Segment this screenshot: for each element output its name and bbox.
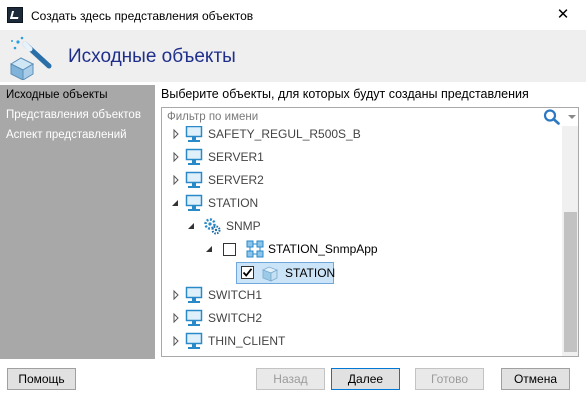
object-tree: SAFETY_REGUL_R500S_B SERVER1 SERVER2 STA… (161, 126, 579, 357)
tree-node[interactable]: STATION_SnmpApp (162, 238, 562, 260)
tree-node-label: STATION (285, 266, 336, 280)
tree-node[interactable]: THIN_CLIENT (162, 330, 562, 352)
window-title: Создать здесь представления объектов (31, 9, 254, 23)
search-icon[interactable] (543, 109, 561, 125)
computer-icon (185, 194, 203, 211)
computer-icon (185, 286, 203, 303)
magic-wand-cube-icon (9, 36, 52, 80)
node-checkbox-checked[interactable] (241, 266, 254, 279)
tree-node-selected[interactable]: STATION (162, 262, 562, 284)
help-button[interactable]: Помощь (7, 368, 76, 390)
computer-icon (185, 171, 203, 188)
finish-button[interactable]: Готово (415, 368, 484, 390)
step-views-aspect[interactable]: Аспект представлений (6, 129, 127, 141)
collapse-arrow-icon[interactable] (204, 238, 214, 260)
cancel-button[interactable]: Отмена (501, 368, 570, 390)
tree-node-label: THIN_CLIENT (208, 334, 286, 348)
expand-arrow-icon[interactable] (171, 307, 181, 329)
expand-arrow-icon[interactable] (171, 284, 181, 306)
tree-node-label: SERVER2 (208, 173, 264, 187)
expand-arrow-icon[interactable] (171, 169, 181, 191)
back-button[interactable]: Назад (256, 368, 325, 390)
node-checkbox[interactable] (223, 243, 236, 256)
tree-node-label: STATION (208, 196, 259, 210)
expand-arrow-icon[interactable] (171, 126, 181, 145)
tree-node[interactable]: SERVER1 (162, 146, 562, 168)
tree-node[interactable]: SNMP (162, 215, 562, 237)
tree-node-label: SWITCH2 (208, 311, 262, 325)
tree-node-label: SERVER1 (208, 150, 264, 164)
collapse-arrow-icon[interactable] (186, 215, 196, 237)
expand-arrow-icon[interactable] (171, 330, 181, 352)
collapse-arrow-icon[interactable] (170, 192, 180, 214)
tree-node[interactable]: STATION (162, 192, 562, 214)
tree-node-label: SAFETY_REGUL_R500S_B (208, 127, 361, 141)
tree-node[interactable]: SWITCH2 (162, 307, 562, 329)
computer-icon (185, 126, 203, 142)
step-object-views[interactable]: Представления объектов (6, 109, 141, 121)
title-bar: Создать здесь представления объектов ✕ (0, 0, 586, 30)
tree-node[interactable]: SERVER2 (162, 169, 562, 191)
tree-node[interactable]: SWITCH1 (162, 284, 562, 306)
tree-node-label: STATION_SnmpApp (268, 242, 378, 256)
computer-icon (185, 309, 203, 326)
app-icon (7, 7, 23, 23)
expand-arrow-icon[interactable] (171, 146, 181, 168)
computer-icon (185, 332, 203, 349)
instruction-text: Выберите объекты, для которых будут созд… (161, 87, 529, 101)
step-source-objects[interactable]: Исходные объекты (6, 89, 108, 101)
check-icon (242, 268, 253, 277)
page-title: Исходные объекты (68, 46, 236, 67)
tree-node[interactable]: SAFETY_REGUL_R500S_B (162, 126, 562, 145)
network-app-icon (246, 240, 264, 258)
scrollbar-thumb[interactable] (564, 212, 577, 352)
chevron-down-icon[interactable] (567, 112, 577, 122)
computer-icon (185, 148, 203, 165)
next-button[interactable]: Далее (331, 368, 400, 390)
gears-icon (204, 218, 221, 235)
filter-box (161, 107, 579, 127)
cube-icon (262, 266, 278, 282)
tree-scrollbar[interactable] (562, 126, 578, 356)
wizard-header: Исходные объекты (0, 30, 586, 82)
filter-input[interactable] (162, 108, 532, 126)
tree-node-label: SNMP (226, 219, 261, 233)
close-button[interactable]: ✕ (540, 0, 586, 30)
tree-node-label: SWITCH1 (208, 288, 262, 302)
wizard-steps-sidebar: Исходные объекты Представления объектов … (0, 85, 155, 359)
